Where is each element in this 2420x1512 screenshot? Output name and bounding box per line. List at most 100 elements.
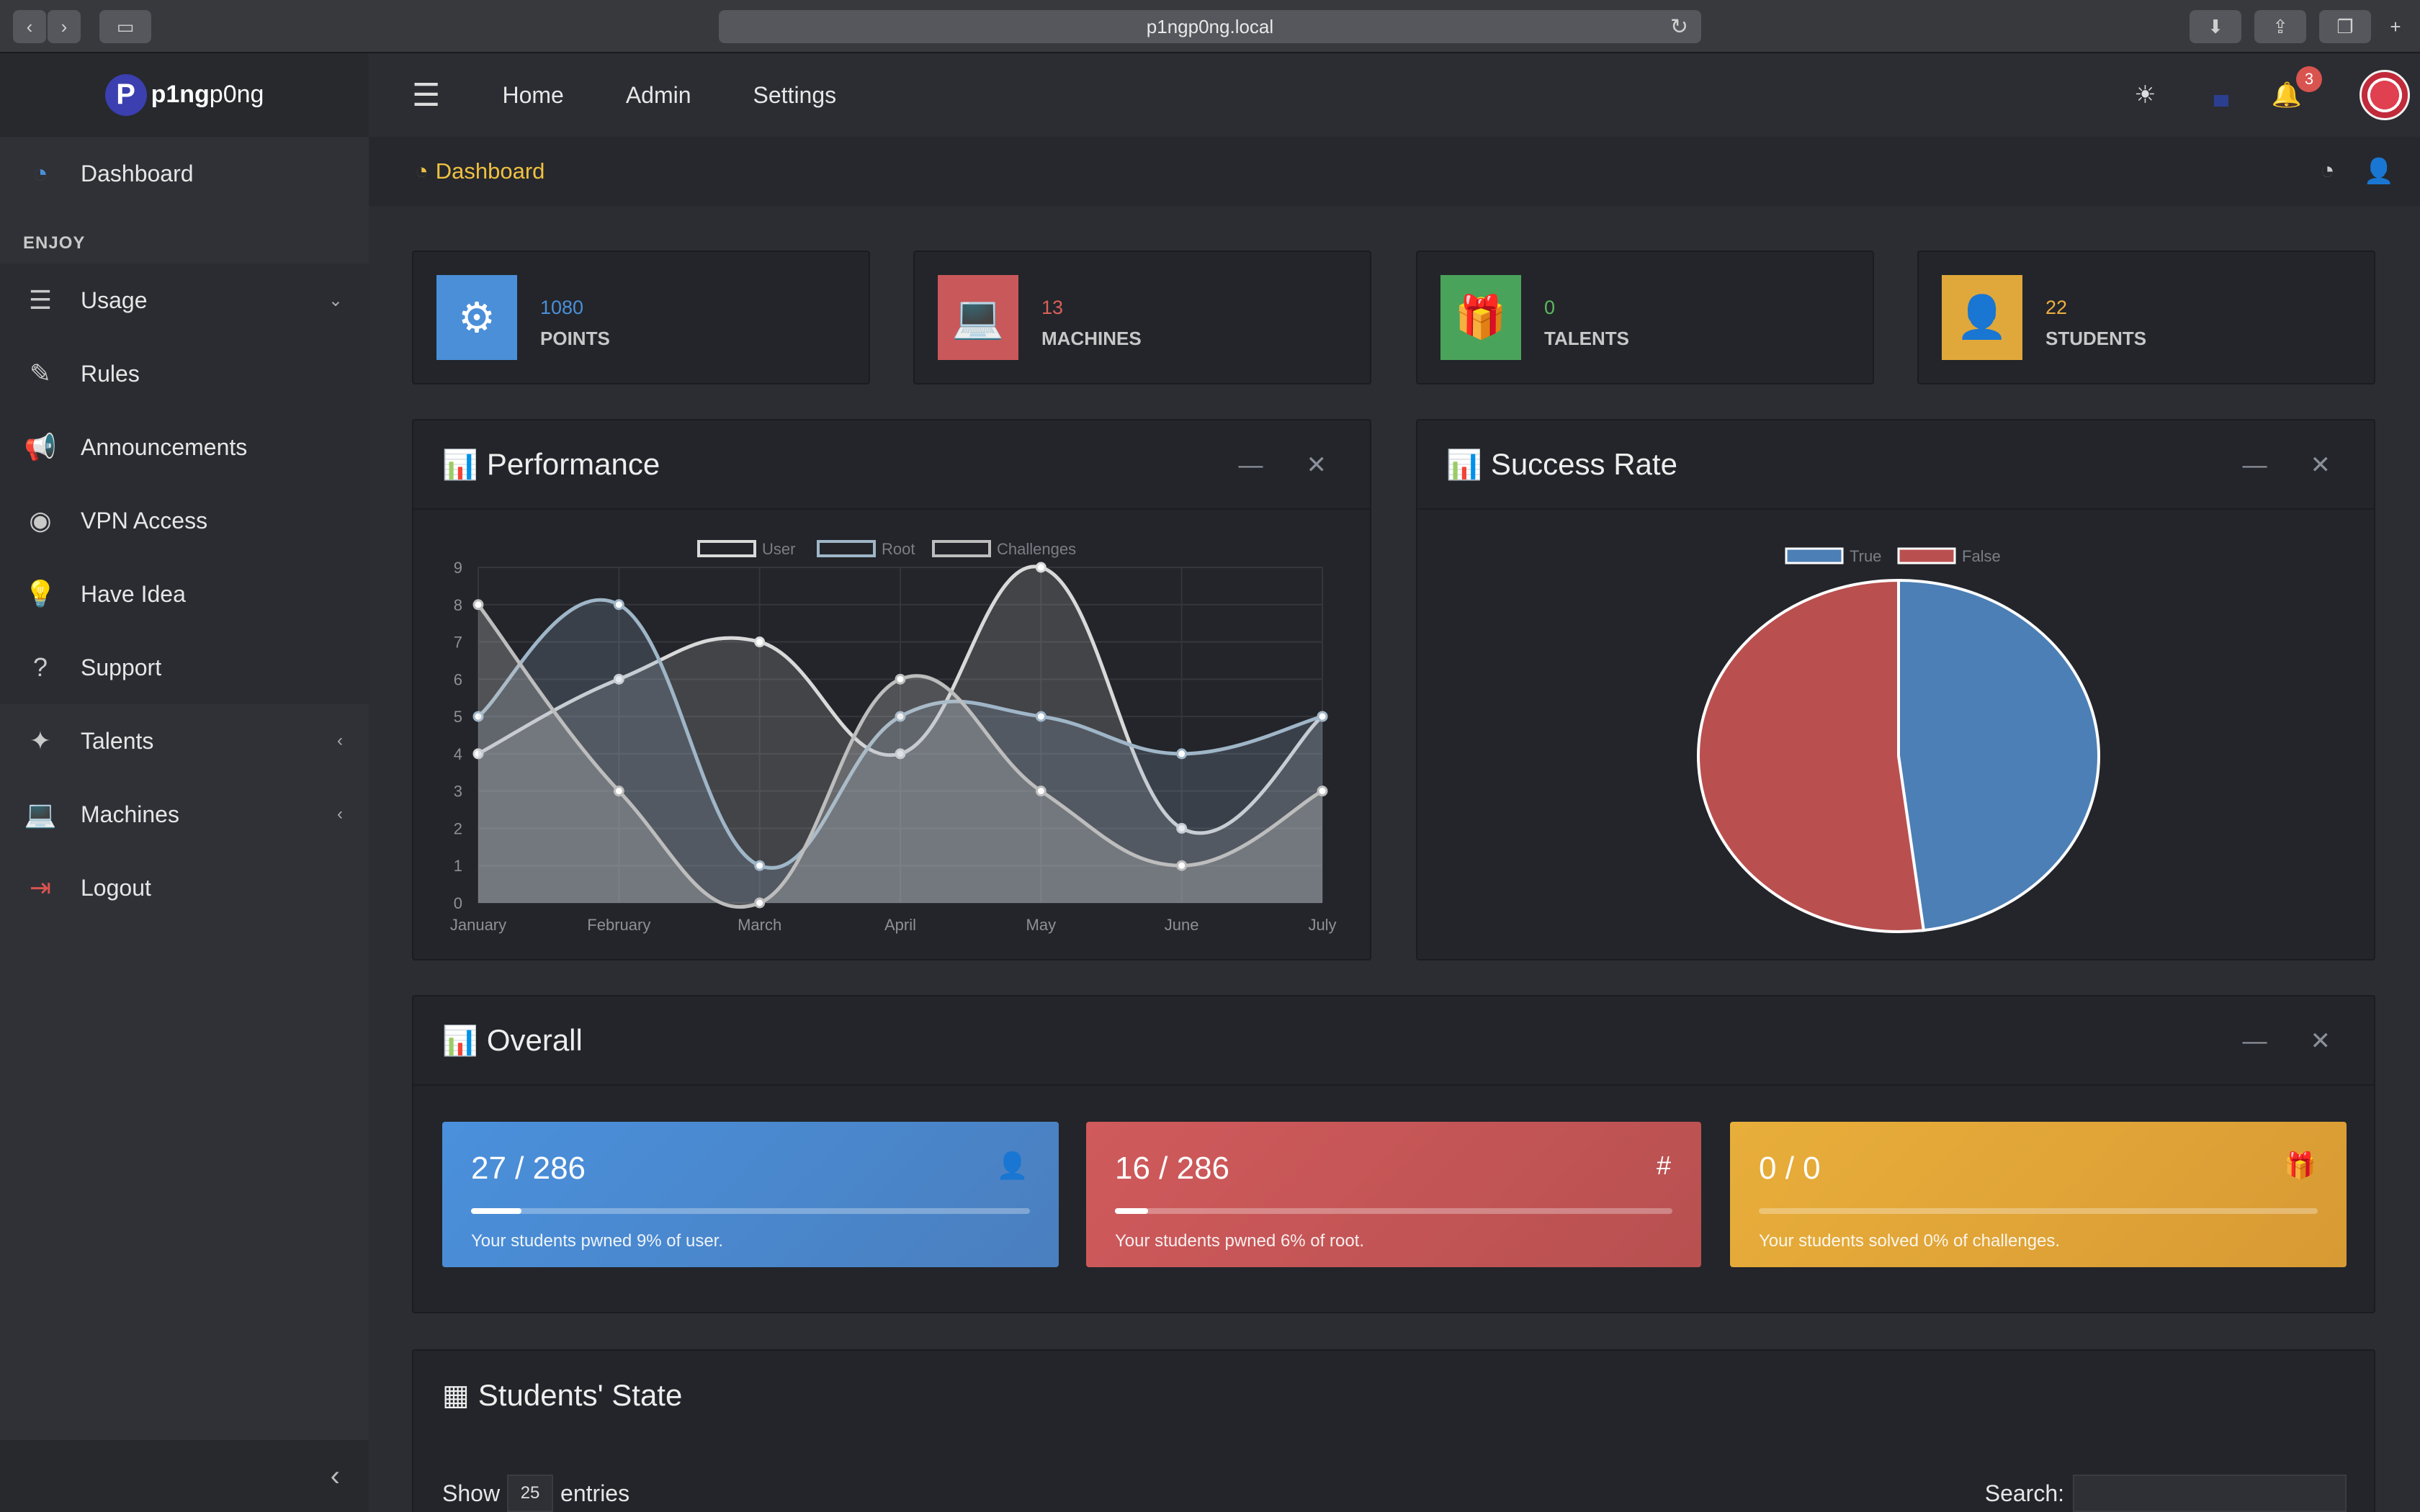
y-tick-label: 9 [454,559,462,577]
data-point [754,636,766,648]
close-icon[interactable]: ✕ [2311,451,2331,480]
legend-swatch [1897,547,1956,564]
sidebar-item-label: Announcements [81,433,248,460]
sidebar-item-rules[interactable]: ✎ Rules [0,337,369,410]
panel-header: 📊 Performance — ✕ [413,420,1370,510]
sidebar-item-label: Support [81,654,162,680]
search-control: Search: [1985,1475,2347,1512]
info-label: STUDENTS [2045,328,2147,349]
sidebar-item-label: Usage [81,287,148,313]
top-navbar: ☰ Home Admin Settings ☀ 🔔 3 [369,53,2420,137]
panel-header: 📊 Success Rate — ✕ [1417,420,2374,510]
sidebar: P p1ng p0ng ◔ Dashboard ENJOY ☰ Usage ⌄ ✎… [0,53,369,1512]
y-tick-label: 2 [454,819,462,837]
new-tab-icon[interactable]: + [2381,10,2410,43]
info-label: MACHINES [1041,328,1142,349]
user-icon: 👤 [996,1151,1028,1180]
sidebar-collapse-button[interactable]: ‹ [0,1440,369,1512]
legend-label: True [1850,547,1881,565]
sidebar-section-header: ENJOY [23,233,86,253]
info-box-machines: 💻 13 MACHINES [913,251,1371,384]
share-icon[interactable]: ⇪ [2254,10,2306,43]
legend-label: User [762,540,795,558]
entries-select[interactable]: 25 [507,1475,554,1512]
info-box-talents: 🎁 0 TALENTS [1416,251,1874,384]
address-bar[interactable]: p1ngp0ng.local ↻ [719,10,1701,43]
data-point [895,673,906,685]
progress-bar [471,1208,1030,1214]
sidebar-item-machines[interactable]: 💻 Machines ‹ [0,778,369,851]
legend-label: Root [882,540,915,558]
x-tick-label: May [1026,916,1057,934]
legend-label: False [1962,547,2001,565]
brand-logo[interactable]: P p1ng p0ng [0,53,369,137]
forward-icon[interactable]: › [48,10,81,43]
sidebar-item-support[interactable]: ? Support [0,631,369,704]
chevron-left-icon: ‹ [337,731,343,750]
browser-toolbar: ‹ › ▭ p1ngp0ng.local ↻ ⬇ ⇪ ❐ + [0,0,2420,53]
nav-link-settings[interactable]: Settings [753,82,837,109]
nav-link-home[interactable]: Home [502,82,563,109]
avatar[interactable] [2360,70,2410,120]
panel-header: ▦ Students' State [413,1351,2374,1440]
stat-description: Your students solved 0% of challenges. [1759,1231,2061,1251]
x-tick-label: February [587,916,650,934]
table-icon: ▦ [442,1380,470,1411]
brand-name-rest: p0ng [209,81,264,108]
back-icon[interactable]: ‹ [13,10,46,43]
chevron-left-icon: ‹ [337,804,343,824]
breadcrumb[interactable]: ◔ Dashboard [415,158,544,184]
search-label: Search: [1984,1480,2064,1506]
sidebar-item-vpn-access[interactable]: ◉ VPN Access [0,484,369,557]
lightbulb-icon: 💡 [24,579,57,608]
pie-slice-false [1697,578,1926,933]
success-rate-panel: 📊 Success Rate — ✕ True False [1416,419,2375,960]
overall-panel: 📊 Overall — ✕ 27 / 286 👤 Your students p… [412,995,2375,1313]
sidebar-item-usage[interactable]: ☰ Usage ⌄ [0,264,369,337]
y-tick-label: 5 [454,708,462,726]
search-input[interactable] [2073,1475,2347,1512]
y-tick-label: 0 [454,894,462,912]
close-icon[interactable]: ✕ [2311,1027,2331,1056]
pencil-icon: ✎ [29,359,52,388]
reload-icon[interactable]: ↻ [1670,14,1688,40]
sidebar-toggle-icon[interactable]: ▭ [99,10,151,43]
sidebar-item-talents[interactable]: ✦ Talents ‹ [0,704,369,778]
laptop-icon: 💻 [938,275,1018,360]
minimize-icon[interactable]: — [2243,1027,2267,1056]
minimize-icon[interactable]: — [1239,451,1263,480]
stat-card-user: 27 / 286 👤 Your students pwned 9% of use… [442,1122,1059,1267]
progress-fill [1115,1208,1149,1214]
tachometer-icon[interactable]: ◔ [2320,157,2335,186]
show-label: Show [442,1480,501,1506]
sidebar-item-have-idea[interactable]: 💡 Have Idea [0,557,369,631]
download-icon[interactable]: ⬇ [2190,10,2241,43]
magic-wand-icon: ✦ [29,726,52,755]
user-icon[interactable]: 👤 [2364,157,2394,186]
tabs-icon[interactable]: ❐ [2319,10,2371,43]
minimize-icon[interactable]: — [2243,451,2267,480]
theme-toggle-icon[interactable]: ☀ [2134,81,2156,109]
bar-chart-icon: 📊 [442,1025,478,1057]
hamburger-icon[interactable]: ☰ [412,77,440,114]
sidebar-item-dashboard[interactable]: ◔ Dashboard [0,137,369,210]
legend-swatch [1785,547,1844,564]
sidebar-item-logout[interactable]: ⇥ Logout [0,851,369,924]
close-icon[interactable]: ✕ [1307,451,1327,480]
info-box-students: 👤 22 STUDENTS [1917,251,2375,384]
gift-icon: 🎁 [1440,275,1521,360]
notification-bell-icon[interactable]: 🔔 3 [2272,66,2322,109]
sidebar-item-announcements[interactable]: 📢 Announcements [0,410,369,484]
info-label: POINTS [540,328,610,349]
stat-card-root: 16 / 286 # Your students pwned 6% of roo… [1086,1122,1701,1267]
stat-value: 27 / 286 [471,1151,586,1186]
nav-link-admin[interactable]: Admin [626,82,691,109]
stat-card-challenges: 0 / 0 🎁 Your students solved 0% of chall… [1730,1122,2347,1267]
sidebar-item-label: Have Idea [81,580,186,607]
y-tick-label: 6 [454,670,462,688]
panel-header: 📊 Overall — ✕ [413,996,2374,1086]
legend-swatch [932,540,991,557]
bar-chart-icon: 📊 [442,449,478,481]
user-icon: 👤 [1942,275,2022,360]
x-tick-label: June [1165,916,1199,934]
